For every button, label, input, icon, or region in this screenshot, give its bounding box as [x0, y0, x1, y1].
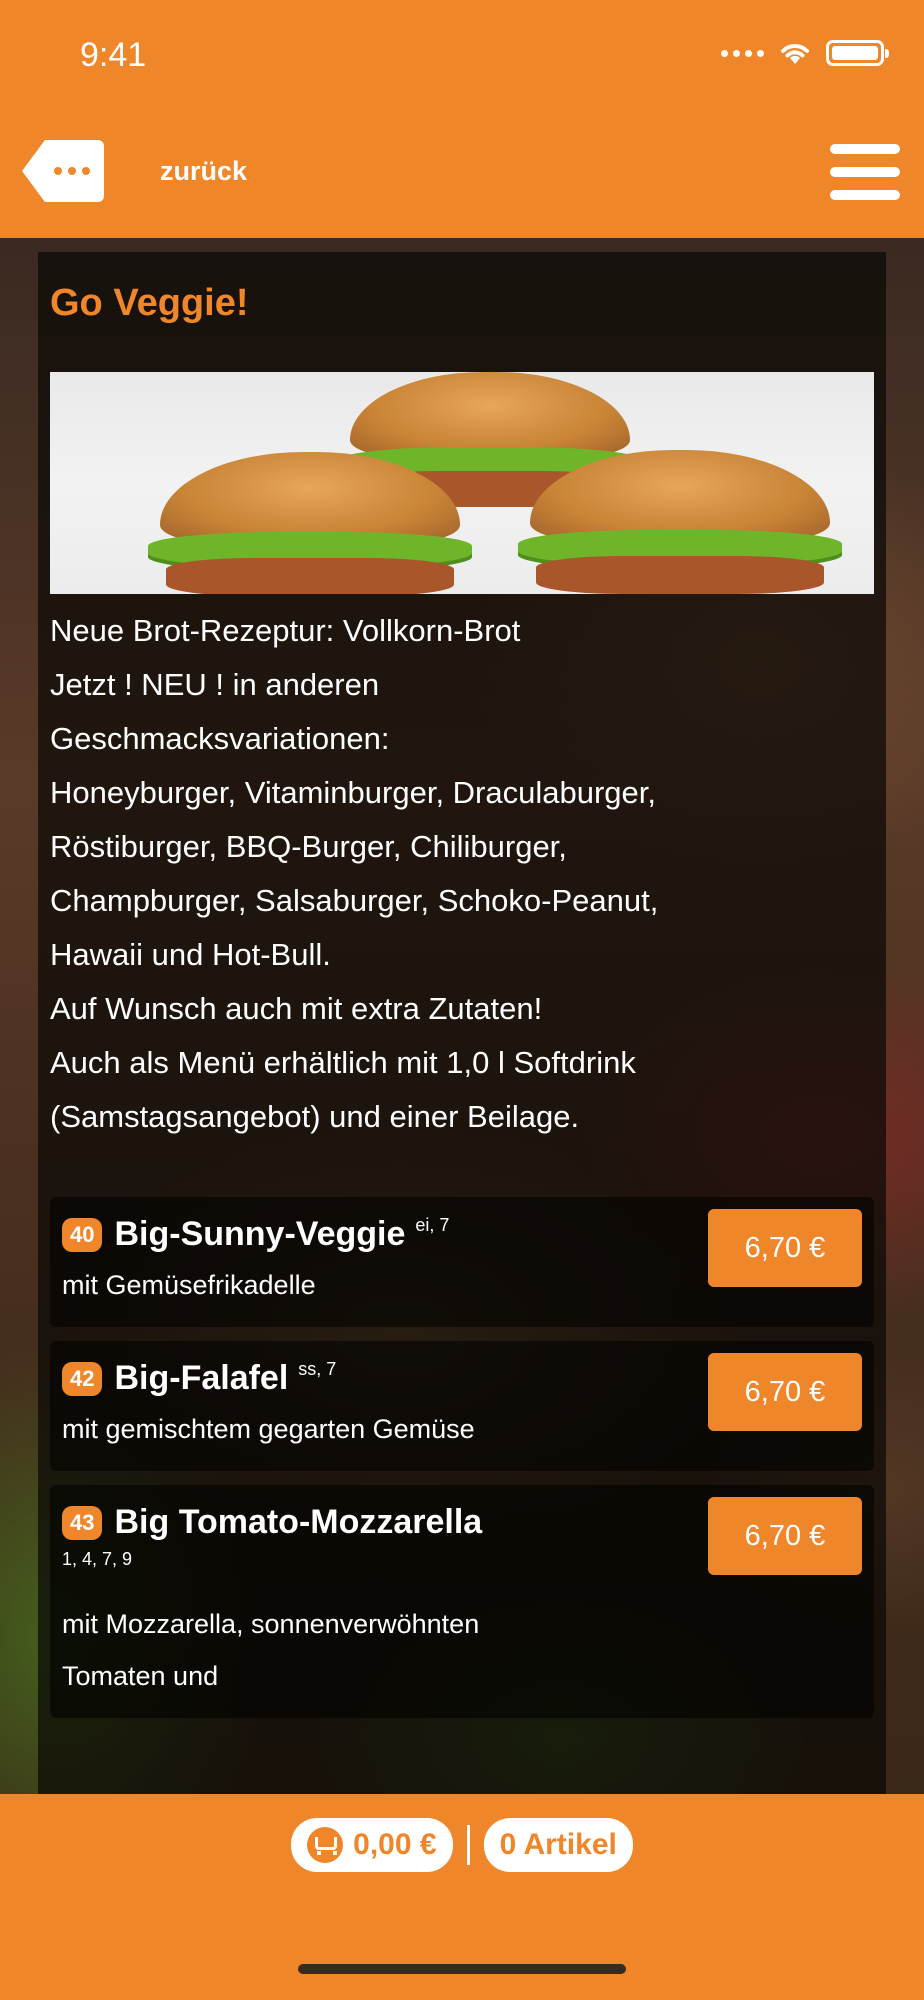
status-time: 9:41: [80, 36, 147, 74]
item-allergens: ei, 7: [415, 1215, 450, 1235]
add-to-cart-button[interactable]: 6,70 €: [708, 1209, 862, 1287]
item-description: mit Mozzarella, sonnenverwöhnten Tomaten…: [62, 1609, 480, 1691]
item-number: 42: [62, 1362, 103, 1396]
menu-item: 42 Big-Falafel ss, 7 mit gemischtem gega…: [50, 1341, 874, 1471]
divider: [466, 1825, 470, 1865]
item-name: Big-Falafel: [114, 1359, 289, 1397]
cart-total: 0,00 €: [353, 1828, 437, 1861]
cart-count-pill[interactable]: 0 Artikel: [483, 1818, 633, 1872]
burger-image: [518, 450, 842, 594]
home-indicator: [298, 1964, 626, 1974]
back-label: zurück: [160, 155, 248, 186]
cart-count: 0 Artikel: [499, 1828, 617, 1861]
burger-image: [148, 452, 472, 594]
section-description: Neue Brot-Rezeptur: Vollkorn-Brot Jetzt …: [50, 613, 659, 1134]
category-panel: Go Veggie! Neue Brot-Rezeptur: Vollkorn-…: [38, 252, 886, 1794]
item-name: Big-Sunny-Veggie: [114, 1215, 406, 1253]
hamburger-menu-icon[interactable]: [830, 144, 900, 200]
cart-icon: [307, 1827, 344, 1863]
item-allergens: ss, 7: [298, 1359, 337, 1379]
item-number: 40: [62, 1218, 103, 1252]
menu-items: 40 Big-Sunny-Veggie ei, 7 mit Gemüsefrik…: [50, 1197, 874, 1732]
cart-footer: 0,00 € 0 Artikel: [0, 1794, 924, 2000]
hero-image: [50, 372, 874, 594]
wifi-icon: [781, 44, 809, 64]
section-title: Go Veggie!: [50, 282, 249, 324]
menu-item: 43 Big Tomato-Mozzarella 1, 4, 7, 9 mit …: [50, 1485, 874, 1718]
app-header: 9:41 zurück: [0, 0, 924, 238]
signal-icon: [721, 49, 764, 57]
item-name: Big Tomato-Mozzarella: [114, 1503, 483, 1541]
item-number: 43: [62, 1506, 103, 1540]
back-button[interactable]: zurück: [22, 140, 247, 202]
battery-icon: [826, 40, 889, 66]
cart-summary[interactable]: 0,00 € 0 Artikel: [0, 1818, 924, 1872]
back-tag-icon: [22, 140, 104, 202]
add-to-cart-button[interactable]: 6,70 €: [708, 1497, 862, 1575]
cart-total-pill[interactable]: 0,00 €: [291, 1818, 453, 1872]
item-description: mit gemischtem gegarten Gemüse: [62, 1414, 475, 1444]
status-icons: [721, 40, 889, 66]
menu-item: 40 Big-Sunny-Veggie ei, 7 mit Gemüsefrik…: [50, 1197, 874, 1327]
item-description: mit Gemüsefrikadelle: [62, 1270, 316, 1300]
add-to-cart-button[interactable]: 6,70 €: [708, 1353, 862, 1431]
